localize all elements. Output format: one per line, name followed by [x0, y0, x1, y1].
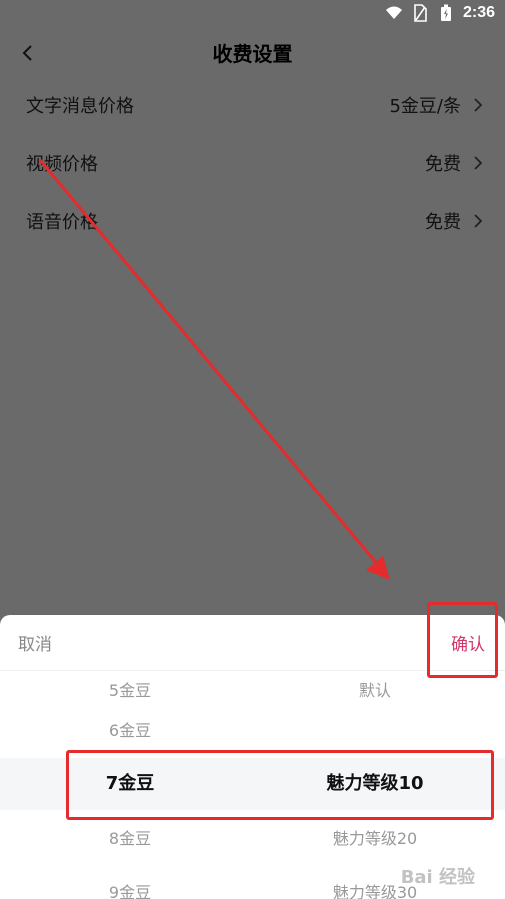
annotation-box-selected [66, 750, 494, 820]
price-row-label: 视频价格 [26, 154, 98, 175]
picker-price: 9金豆 [108, 883, 152, 899]
watermark-text: Bai 经验 [400, 867, 475, 888]
price-row-right: 5金豆/条 [389, 92, 485, 118]
price-row-video[interactable]: 视频价格 免费 [0, 134, 505, 192]
status-bar: 2:36 [0, 0, 505, 30]
sim-icon [411, 4, 429, 22]
price-row-voice[interactable]: 语音价格 免费 [0, 192, 505, 250]
picker-option[interactable]: 8金豆 魅力等级20 [0, 813, 505, 865]
chevron-right-icon [471, 154, 485, 172]
settings-list: 文字消息价格 5金豆/条 视频价格 免费 语音价格 免费 [0, 76, 505, 250]
price-row-text[interactable]: 文字消息价格 5金豆/条 [0, 76, 505, 134]
price-row-right: 免费 [425, 150, 485, 176]
price-row-value: 5金豆/条 [389, 96, 461, 117]
picker-level: 魅力等级20 [332, 829, 418, 848]
status-time: 2:36 [462, 4, 495, 21]
page-title: 收费设置 [212, 42, 293, 66]
annotation-box-confirm [427, 602, 498, 678]
chevron-right-icon [471, 96, 485, 114]
price-row-value: 免费 [425, 154, 461, 175]
chevron-right-icon [471, 212, 485, 230]
picker-price: 8金豆 [108, 829, 152, 848]
wifi-icon [385, 4, 403, 22]
cancel-button[interactable]: 取消 [18, 630, 52, 655]
top-bar: 收费设置 [0, 30, 505, 76]
price-row-value: 免费 [425, 212, 461, 233]
price-row-label: 语音价格 [26, 212, 98, 233]
battery-icon [437, 4, 455, 22]
status-icons: 2:36 [385, 4, 495, 22]
price-row-right: 免费 [425, 208, 485, 234]
price-row-label: 文字消息价格 [26, 96, 134, 117]
